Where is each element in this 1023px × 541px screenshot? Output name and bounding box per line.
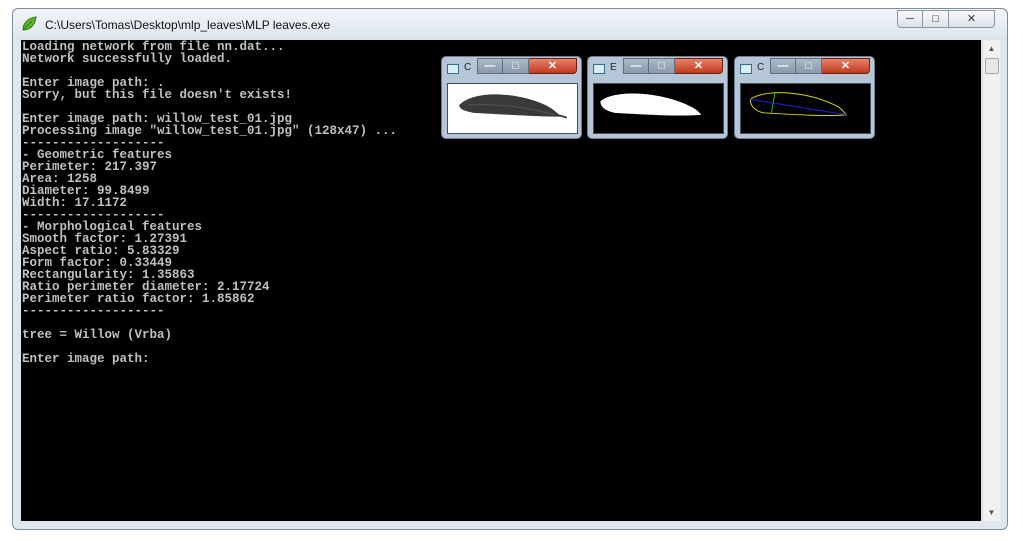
window-icon [593,64,605,74]
console-line: Network successfully loaded. [22,52,233,66]
leaf-icon [22,16,37,31]
scroll-down-icon[interactable]: ▼ [983,504,1000,521]
console-line: tree = Willow (Vrba) [22,328,173,342]
close-icon: ✕ [966,13,977,25]
grayscale-leaf-image [447,83,578,134]
window-title: C:\Users\Tomas\Desktop\mlp_leaves\MLP le… [45,18,331,32]
minimize-icon: ─ [906,13,914,25]
console-line: ------------------- [22,304,165,318]
minimize-button[interactable]: — [477,58,503,74]
image-window-binary[interactable]: E — □ ✕ [587,56,728,139]
image-window-original[interactable]: C — □ ✕ [441,56,582,139]
close-icon: ✕ [547,60,558,72]
scroll-thumb[interactable] [985,58,999,74]
vertical-scrollbar[interactable]: ▲ ▼ [982,40,1000,521]
close-button[interactable]: ✕ [675,58,723,74]
minimize-button[interactable]: ─ [897,10,923,28]
maximize-icon: □ [932,13,939,25]
maximize-icon: □ [658,60,665,72]
maximize-button[interactable]: □ [796,58,822,74]
close-button[interactable]: ✕ [949,10,995,28]
binary-leaf-image [593,83,724,134]
maximize-icon: □ [512,60,519,72]
close-icon: ✕ [693,60,704,72]
minimize-icon: — [484,60,496,72]
contour-leaf-image [740,83,871,134]
maximize-button[interactable]: □ [649,58,675,74]
minimize-icon: — [777,60,789,72]
close-button[interactable]: ✕ [529,58,577,74]
minimize-icon: — [630,60,642,72]
title-bar[interactable]: C:\Users\Tomas\Desktop\mlp_leaves\MLP le… [13,9,1007,39]
console-line: Enter image path: [22,352,158,366]
window-icon [740,64,752,74]
minimize-button[interactable]: — [623,58,649,74]
image-window-label: E [610,62,617,73]
maximize-button[interactable]: □ [923,10,949,28]
console-line: Sorry, but this file doesn't exists! [22,88,293,102]
minimize-button[interactable]: — [770,58,796,74]
close-button[interactable]: ✕ [822,58,870,74]
image-window-contour[interactable]: C — □ ✕ [734,56,875,139]
maximize-button[interactable]: □ [503,58,529,74]
window-icon [447,64,459,74]
close-icon: ✕ [840,60,851,72]
image-window-label: C [464,62,472,73]
maximize-icon: □ [805,60,812,72]
scroll-up-icon[interactable]: ▲ [983,40,1000,57]
image-window-label: C [757,62,765,73]
